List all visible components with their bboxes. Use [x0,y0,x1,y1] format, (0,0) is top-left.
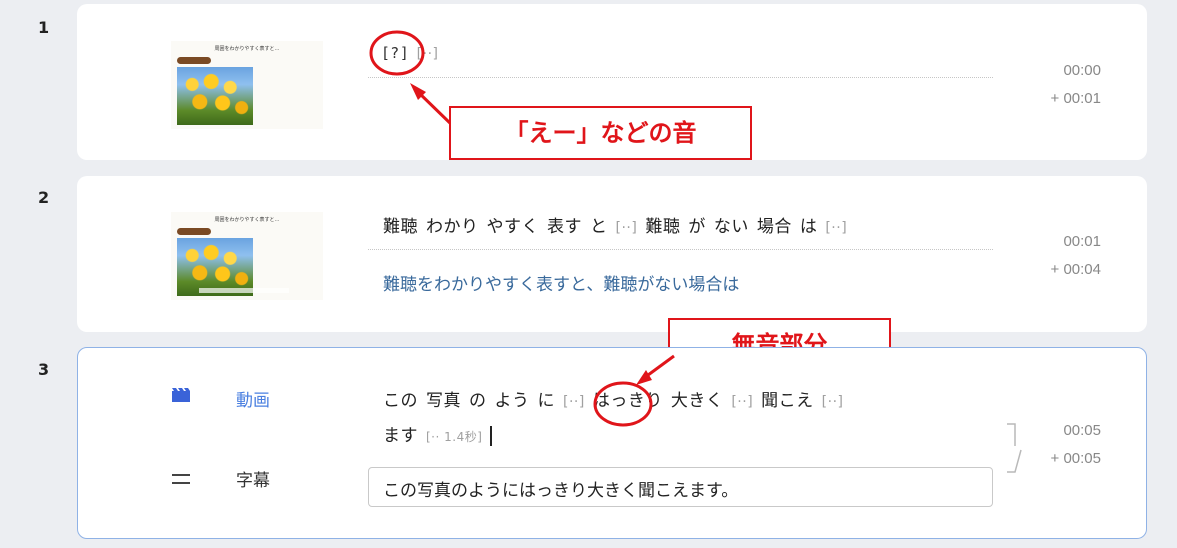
token-word[interactable]: わかり [426,217,479,237]
clapperboard-icon [172,388,190,402]
annotation-circle-silence [593,354,675,427]
token-silence-gap[interactable]: [··] [825,220,847,236]
row-number: 3 [38,360,50,379]
token-word[interactable]: やすく [487,217,540,237]
dotted-divider [368,77,993,78]
token-silence-gap[interactable]: [··] [563,394,585,410]
token-word[interactable]: ない [714,217,749,237]
token-word[interactable]: と [590,217,608,237]
token-silence-gap[interactable]: [··] [731,394,753,410]
subtitle-text[interactable]: 難聴をわかりやすく表すと、難聴がない場合は [383,270,739,295]
thumbnail-tag [177,228,211,235]
segment-duration: + 00:01 [1050,90,1101,107]
token-word[interactable]: 難聴 [645,217,680,237]
token-word[interactable]: ます [383,426,418,446]
segment-start-time: 00:05 [1063,422,1101,439]
token-word[interactable]: この [383,391,418,411]
token-word[interactable]: の [469,391,487,411]
text-cursor [490,426,493,446]
token-word[interactable]: 場合 [757,217,792,237]
video-track-label: 動画 [236,391,270,411]
segment-duration: + 00:05 [1050,450,1101,467]
token-word[interactable]: 聞こえ [761,391,814,411]
link-icon[interactable] [1005,420,1023,476]
thumbnail-subtitle-strip [199,288,289,293]
token-silence-gap[interactable]: [··] [822,394,844,410]
token-line: 難聴 わかり やすく 表すと [··] 難聴がない 場合は [··] [383,212,855,237]
video-thumbnail: 周囲をわかりやすく表すと… [171,41,323,129]
thumbnail-caption: 周囲をわかりやすく表すと… [214,217,280,223]
token-word[interactable]: は [800,217,818,237]
subtitle-track-label: 字幕 [236,471,270,491]
subtitle-input[interactable]: この写真のようにはっきり大きく聞こえます。 [368,467,993,507]
token-word[interactable]: 表す [547,217,582,237]
segment-duration: + 00:04 [1050,261,1101,278]
dotted-divider [368,249,993,250]
token-word[interactable]: 難聴 [383,217,418,237]
token-silence-gap[interactable]: [··] [616,220,638,236]
token-word[interactable]: に [538,391,556,411]
tulip-photo [177,67,253,125]
video-thumbnail: 周囲をわかりやすく表すと… [171,212,323,300]
token-word[interactable]: 写真 [426,391,461,411]
row-number: 1 [38,18,50,37]
token-word[interactable]: が [688,217,706,237]
annotation-circle-filler [369,30,454,127]
row-number: 2 [38,188,50,207]
segment-start-time: 00:00 [1063,62,1101,79]
token-silence-gap-timed[interactable]: [·· 1.4秒] [426,430,482,444]
token-word[interactable]: 大きく [671,391,724,411]
thumbnail-caption: 周囲をわかりやすく表すと… [214,46,280,52]
token-line: ます [·· 1.4秒] [383,421,500,446]
callout-filler-sound: 「えー」などの音 [449,106,752,160]
subtitle-lines-icon [172,474,190,484]
segment-start-time: 00:01 [1063,233,1101,250]
thumbnail-tag [177,57,211,64]
token-word[interactable]: よう [495,391,530,411]
